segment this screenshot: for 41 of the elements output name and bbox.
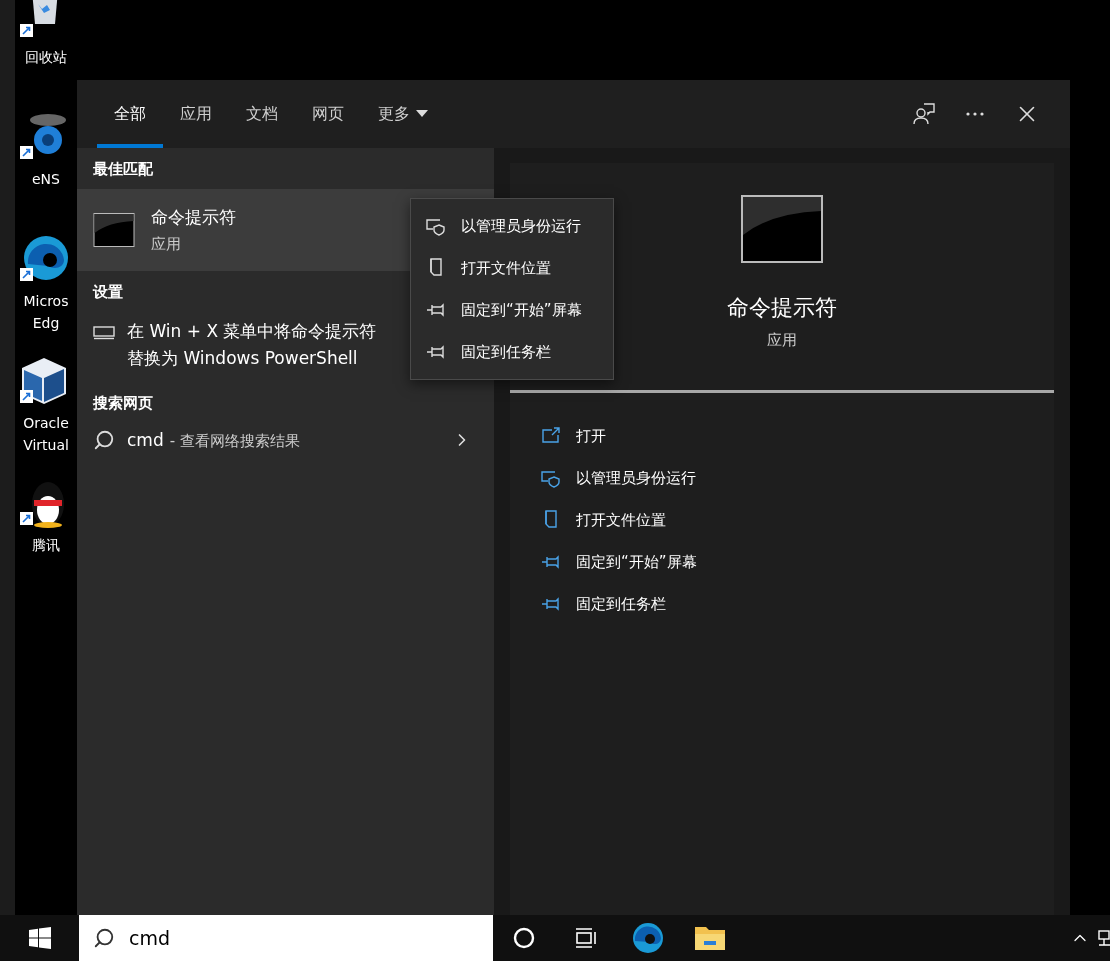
result-type: 应用 [151,235,182,254]
action-item[interactable]: 打开 [540,415,1054,457]
caret-icon [416,110,428,118]
folder-icon [694,924,726,952]
result-title: 命令提示符 [151,206,236,229]
desktop-icon-label: Oracle Virtual [23,414,69,455]
desktop-icon-label: 回收站 [25,48,67,67]
menu-item[interactable]: 固定到“开始”屏幕 [411,289,613,331]
search-icon [93,429,115,451]
filter-tab[interactable]: 文档 [229,84,295,148]
section-heading: 搜索网页 [93,394,153,413]
ellipsis-icon [966,112,984,116]
web-search-item[interactable]: cmd - 查看网络搜索结果 [77,423,494,461]
monitor-icon [93,326,115,340]
network-icon [1098,928,1110,948]
terminal-icon [93,213,135,247]
search-icon [93,927,115,949]
filter-tab[interactable]: 应用 [163,84,229,148]
app-type: 应用 [767,331,797,350]
section-heading: 设置 [93,283,123,302]
action-item[interactable]: 固定到“开始”屏幕 [540,541,1054,583]
desktop-icon-label: 腾讯 [32,536,60,555]
desktop-icon-label: eNS [32,170,60,189]
taskbar-search-field[interactable]: cmd [79,915,493,961]
setting-result[interactable]: 在 Win + X 菜单中将命令提示符 替换为 Windows PowerShell [127,318,377,372]
action-item[interactable]: 固定到任务栏 [540,583,1054,625]
menu-item[interactable]: 固定到任务栏 [411,331,613,373]
windows-logo-icon [28,927,51,949]
filter-tab[interactable]: 更多 [361,84,445,148]
more-options-button[interactable] [964,110,986,118]
desktop-icon-label: Micros Edg [23,292,69,333]
action-item[interactable]: 以管理员身份运行 [540,457,1054,499]
app-title: 命令提示符 [727,294,837,322]
action-item[interactable]: 打开文件位置 [540,499,1054,541]
section-heading: 最佳匹配 [93,160,153,179]
browser-icon [631,921,665,955]
circle-icon [513,927,535,949]
terminal-icon [741,195,823,263]
filter-tab[interactable]: 网页 [295,84,361,148]
search-input[interactable]: cmd [127,926,431,950]
task-view-icon [574,927,598,949]
